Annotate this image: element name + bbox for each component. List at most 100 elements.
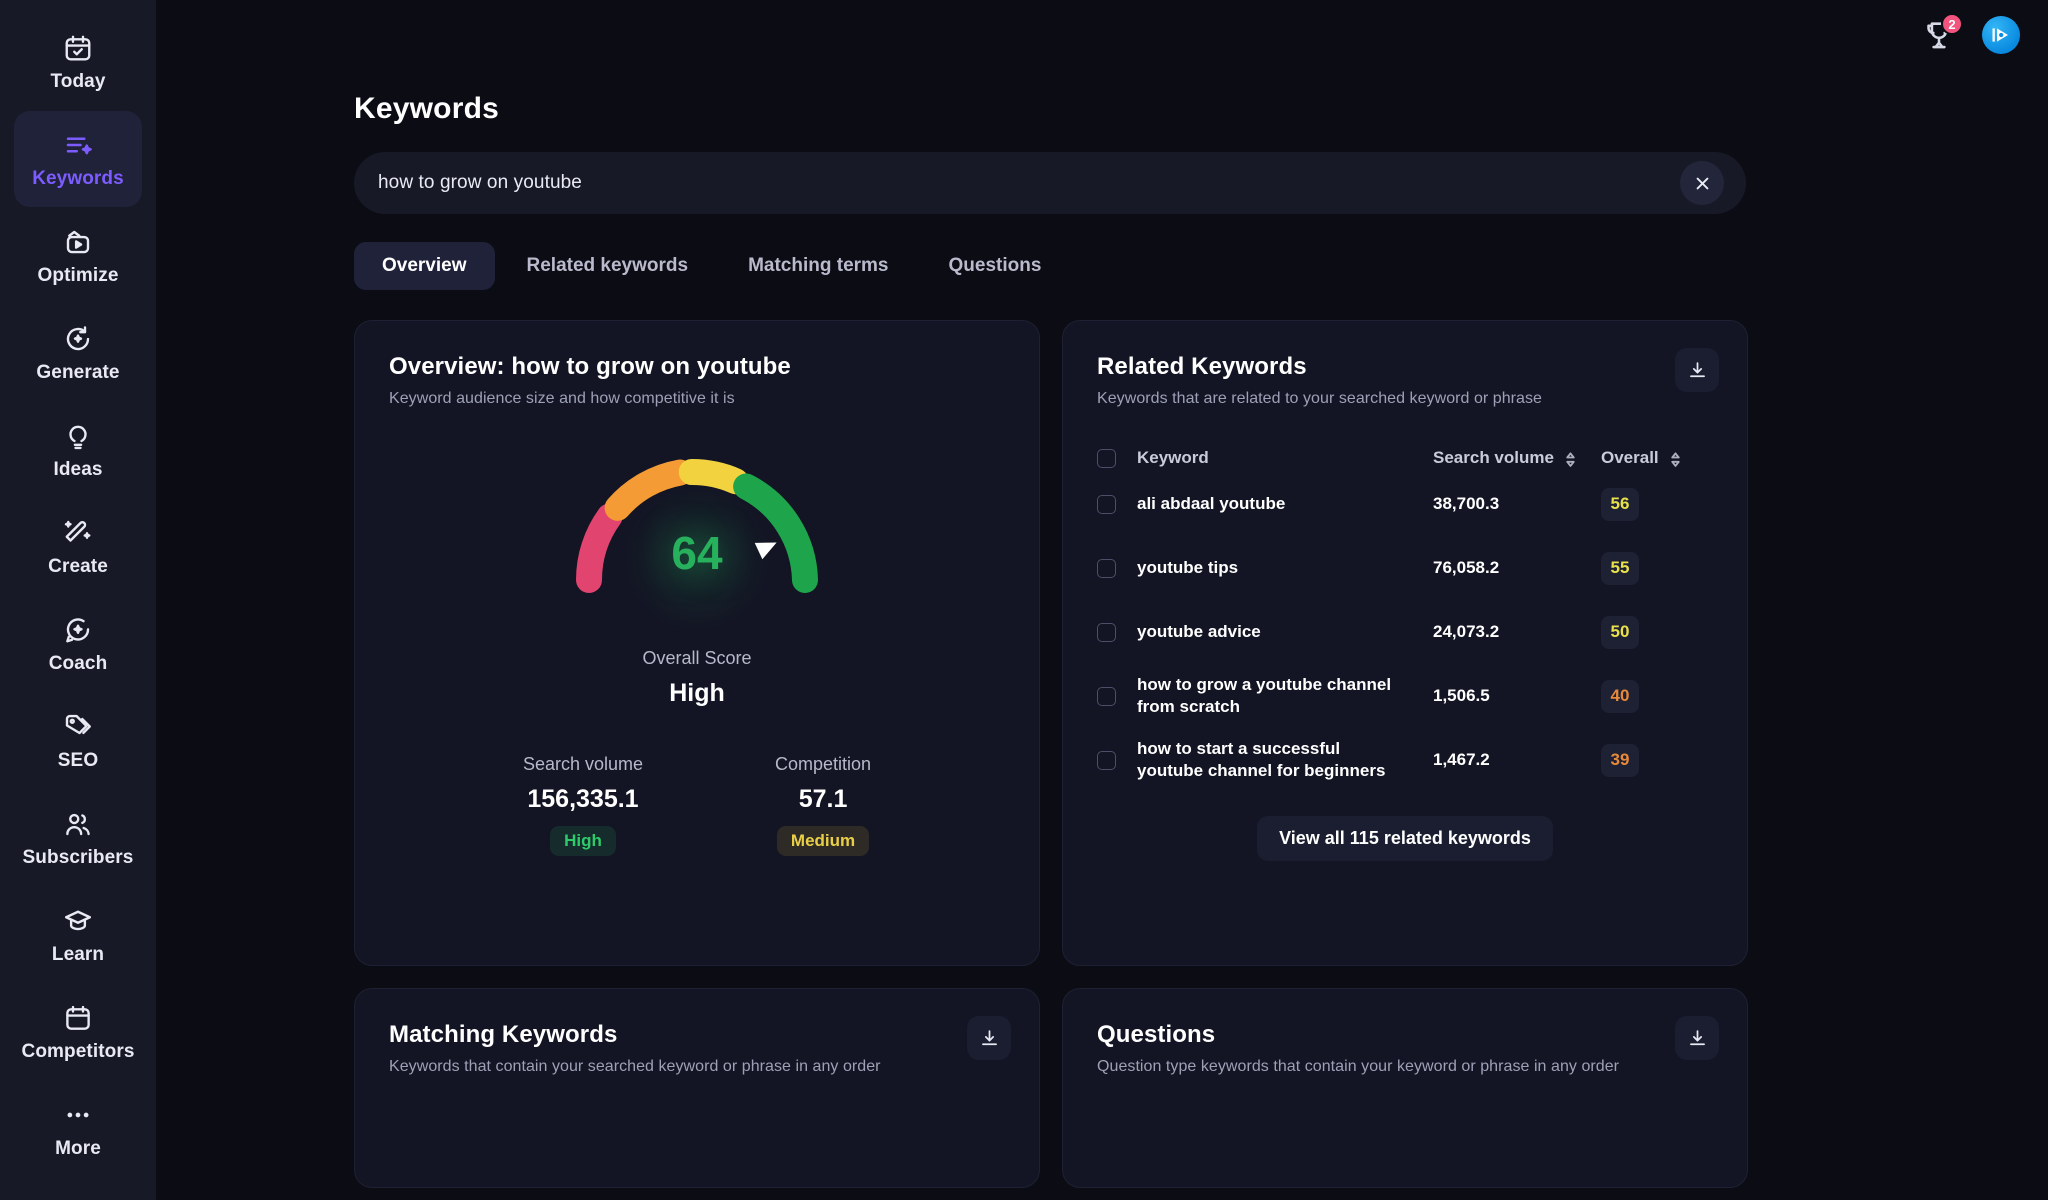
row-checkbox[interactable] bbox=[1097, 622, 1116, 642]
keywords-sparkle-icon bbox=[63, 130, 93, 160]
table-row[interactable]: youtube tips 76,058.2 55 bbox=[1097, 536, 1713, 600]
volume-text: 1,467.2 bbox=[1433, 750, 1490, 769]
sidebar-item-label: Today bbox=[50, 71, 106, 92]
stat-value: 156,335.1 bbox=[527, 785, 639, 813]
row-keyword-cell: youtube tips bbox=[1137, 557, 1433, 579]
select-all-checkbox[interactable] bbox=[1097, 448, 1116, 468]
related-keywords-card: Related Keywords Keywords that are relat… bbox=[1062, 320, 1748, 966]
overview-stats: Search volume 156,335.1 High Competition… bbox=[389, 754, 1005, 856]
search-input[interactable]: how to grow on youtube bbox=[354, 152, 1746, 214]
gauge-segment-low bbox=[604, 459, 694, 521]
related-keywords-subtitle: Keywords that are related to your search… bbox=[1097, 390, 1543, 407]
trophy-badge: 2 bbox=[1941, 13, 1963, 35]
stat-competition: Competition 57.1 Medium bbox=[775, 754, 871, 856]
table-row[interactable]: how to grow a youtube channel from scrat… bbox=[1097, 664, 1713, 728]
row-volume-cell: 1,467.2 bbox=[1433, 750, 1601, 770]
tab-related-keywords[interactable]: Related keywords bbox=[499, 242, 717, 290]
sidebar: Today Keywords Optimize Generate Ideas C… bbox=[0, 0, 156, 1200]
topbar: 2 bbox=[156, 0, 2048, 70]
main-content: 2 Keywords how to grow on youtube Overvi… bbox=[156, 0, 2048, 1200]
download-questions-button[interactable] bbox=[1675, 1016, 1719, 1060]
trophy-button[interactable]: 2 bbox=[1922, 13, 1963, 52]
row-volume-cell: 76,058.2 bbox=[1433, 558, 1601, 578]
sidebar-item-competitors[interactable]: Competitors bbox=[14, 984, 142, 1080]
column-header-keyword[interactable]: Keyword bbox=[1137, 448, 1433, 468]
column-header-search-volume[interactable]: Search volume bbox=[1433, 448, 1601, 468]
stat-label: Search volume bbox=[522, 754, 643, 774]
sidebar-item-label: Keywords bbox=[32, 168, 124, 189]
status-badge: High bbox=[550, 826, 616, 856]
cards-row-top: Overview: how to grow on youtube Keyword… bbox=[354, 320, 2048, 966]
download-icon bbox=[1687, 360, 1708, 381]
column-header-label: Search volume bbox=[1433, 448, 1554, 467]
lightbulb-icon bbox=[63, 421, 93, 451]
row-volume-cell: 1,506.5 bbox=[1433, 686, 1601, 706]
overview-subtitle: Keyword audience size and how competitiv… bbox=[389, 390, 735, 407]
volume-text: 76,058.2 bbox=[1433, 558, 1500, 577]
sidebar-item-learn[interactable]: Learn bbox=[14, 887, 142, 983]
sidebar-item-label: Learn bbox=[51, 944, 105, 965]
stat-search-volume: Search volume 156,335.1 High bbox=[523, 754, 643, 856]
row-volume-cell: 24,073.2 bbox=[1433, 622, 1601, 642]
gauge-svg bbox=[575, 459, 818, 593]
row-checkbox[interactable] bbox=[1097, 494, 1116, 514]
table-row[interactable]: ali abdaal youtube 38,700.3 56 bbox=[1097, 472, 1713, 536]
sidebar-item-generate[interactable]: Generate bbox=[14, 305, 142, 401]
status-badge: Medium bbox=[776, 826, 870, 856]
sidebar-item-create[interactable]: Create bbox=[14, 499, 142, 595]
volume-text: 1,506.5 bbox=[1433, 686, 1490, 705]
sort-icon bbox=[1564, 451, 1577, 467]
sidebar-item-more[interactable]: More bbox=[14, 1081, 142, 1177]
row-checkbox[interactable] bbox=[1097, 750, 1116, 770]
sidebar-item-today[interactable]: Today bbox=[14, 14, 142, 110]
sidebar-item-coach[interactable]: Coach bbox=[14, 596, 142, 692]
calendar-check-icon bbox=[63, 33, 93, 63]
questions-title: Questions bbox=[1097, 1021, 1216, 1048]
tab-matching-terms[interactable]: Matching terms bbox=[720, 242, 916, 290]
sidebar-item-ideas[interactable]: Ideas bbox=[14, 402, 142, 498]
sidebar-item-label: Generate bbox=[36, 362, 120, 383]
download-icon bbox=[979, 1028, 1000, 1049]
matching-keywords-title: Matching Keywords bbox=[389, 1021, 618, 1048]
iq-logo-icon bbox=[1986, 20, 2016, 50]
sort-icon bbox=[1669, 451, 1682, 467]
row-volume-cell: 38,700.3 bbox=[1433, 494, 1601, 514]
avatar[interactable] bbox=[1982, 16, 2020, 54]
table-header-row: Keyword Search volume Overall bbox=[1097, 448, 1713, 472]
sidebar-item-keywords[interactable]: Keywords bbox=[14, 111, 142, 207]
tab-overview[interactable]: Overview bbox=[354, 242, 495, 290]
row-keyword-cell: how to grow a youtube channel from scrat… bbox=[1137, 674, 1433, 718]
questions-subtitle: Question type keywords that contain your… bbox=[1097, 1058, 1620, 1075]
sidebar-item-subscribers[interactable]: Subscribers bbox=[14, 790, 142, 886]
view-all-related-keywords-button[interactable]: View all 115 related keywords bbox=[1257, 816, 1553, 861]
gauge-level: High bbox=[669, 679, 725, 707]
score-badge: 55 bbox=[1601, 551, 1639, 585]
questions-card: Questions Question type keywords that co… bbox=[1062, 988, 1748, 1188]
row-checkbox[interactable] bbox=[1097, 558, 1116, 578]
sidebar-item-label: Optimize bbox=[37, 265, 119, 286]
overview-card: Overview: how to grow on youtube Keyword… bbox=[354, 320, 1040, 966]
row-select-cell bbox=[1097, 686, 1137, 706]
score-badge: 56 bbox=[1601, 487, 1639, 521]
row-checkbox[interactable] bbox=[1097, 686, 1116, 706]
clear-search-button[interactable] bbox=[1680, 161, 1724, 205]
row-overall-cell: 50 bbox=[1601, 615, 1713, 649]
table-row[interactable]: youtube advice 24,073.2 50 bbox=[1097, 600, 1713, 664]
tags-icon bbox=[63, 712, 93, 742]
tab-bar: Overview Related keywords Matching terms… bbox=[354, 242, 2048, 290]
pencil-sparkle-icon bbox=[63, 518, 93, 548]
column-header-overall[interactable]: Overall bbox=[1601, 448, 1713, 468]
row-select-cell bbox=[1097, 750, 1137, 770]
sidebar-item-optimize[interactable]: Optimize bbox=[14, 208, 142, 304]
keyword-text: youtube advice bbox=[1137, 621, 1261, 641]
app-root: Today Keywords Optimize Generate Ideas C… bbox=[0, 0, 2048, 1200]
tab-questions[interactable]: Questions bbox=[921, 242, 1070, 290]
download-related-keywords-button[interactable] bbox=[1675, 348, 1719, 392]
download-matching-keywords-button[interactable] bbox=[967, 1016, 1011, 1060]
score-badge: 39 bbox=[1601, 743, 1639, 777]
sidebar-item-seo[interactable]: SEO bbox=[14, 693, 142, 789]
table-row[interactable]: how to start a successful youtube channe… bbox=[1097, 728, 1713, 792]
row-overall-cell: 40 bbox=[1601, 679, 1713, 713]
content-area: Keywords how to grow on youtube Overview… bbox=[156, 92, 2048, 1188]
overall-score-gauge: 64 Overall Score High bbox=[389, 430, 1005, 708]
